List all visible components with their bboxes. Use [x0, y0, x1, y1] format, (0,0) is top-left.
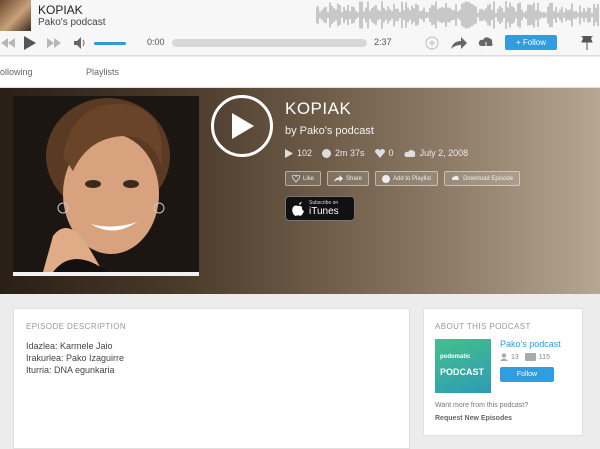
itunes-small-label: Subscribe on — [309, 199, 339, 206]
podcast-stats: 13 115 — [500, 353, 550, 361]
current-time: 0:00 — [147, 37, 165, 47]
description-heading: EPISODE DESCRIPTION — [26, 322, 127, 331]
podcast-name-link[interactable]: Pako's podcast — [500, 339, 561, 349]
plus-circle-icon — [382, 174, 391, 183]
itunes-text: Subscribe on iTunes — [309, 199, 339, 217]
itunes-subscribe-button[interactable]: Subscribe on iTunes — [285, 196, 355, 221]
hero-play-button[interactable] — [211, 95, 273, 157]
duration: 2:37 — [374, 37, 392, 47]
plays-count: 102 — [297, 148, 313, 158]
heart-icon — [292, 175, 300, 182]
pin-icon[interactable] — [580, 34, 594, 52]
length-stat: 2m 37s — [322, 148, 365, 158]
share-button[interactable]: Share — [327, 171, 370, 186]
description-line: Irakurlea: Pako Izaguirre — [26, 353, 125, 363]
episode-actions: Like Share Add to Playlist Download Epis… — [285, 171, 526, 186]
followers-count: 13 — [511, 353, 519, 361]
add-playlist-label: Add to Playlist — [393, 175, 432, 182]
episode-description-card: EPISODE DESCRIPTION Idazlea: Karmele Jai… — [13, 308, 410, 449]
share-icon[interactable] — [451, 34, 467, 52]
download-cloud-icon — [451, 175, 459, 180]
date-stat: July 2, 2008 — [403, 148, 469, 158]
likes-stat: 0 — [374, 148, 394, 158]
request-episodes-link[interactable]: Request New Episodes — [435, 415, 512, 422]
volume-icon[interactable] — [73, 34, 89, 52]
share-label: Share — [346, 175, 363, 182]
follow-button[interactable]: + Follow — [505, 35, 557, 50]
likes-count: 0 — [388, 148, 394, 158]
add-to-playlist-button[interactable]: Add to Playlist — [375, 171, 439, 186]
podcast-cover[interactable]: podomatic PODCAST — [435, 339, 491, 393]
player-bar: KOPIAK Pako's podcast 0:00 2:37 + Follow — [0, 0, 600, 56]
subnav: ollowing Playlists — [0, 57, 600, 88]
episode-date: July 2, 2008 — [419, 148, 469, 158]
download-cloud-icon[interactable] — [477, 34, 495, 52]
upload-cloud-icon — [403, 149, 415, 157]
heart-icon — [374, 148, 385, 158]
progress-bar[interactable] — [172, 39, 367, 47]
waveform[interactable] — [316, 0, 600, 30]
track-subtitle[interactable]: Pako's podcast — [38, 17, 106, 28]
volume-slider[interactable] — [94, 42, 126, 45]
cover-word: PODCAST — [440, 367, 485, 377]
about-heading: ABOUT THIS PODCAST — [435, 322, 531, 331]
apple-icon — [292, 201, 304, 216]
like-label: Like — [303, 175, 315, 182]
want-more-text: Want more from this podcast? — [435, 402, 529, 409]
description-line: Idazlea: Karmele Jaio — [26, 341, 113, 351]
track-thumbnail[interactable] — [0, 0, 31, 31]
play-icon[interactable] — [22, 34, 38, 52]
tab-following[interactable]: ollowing — [0, 67, 33, 77]
like-button[interactable]: Like — [285, 171, 322, 186]
play-icon — [232, 113, 254, 139]
episode-title: KOPIAK — [285, 99, 352, 118]
track-title[interactable]: KOPIAK — [38, 3, 83, 17]
episode-stats: 102 2m 37s 0 July 2, 2008 — [285, 148, 478, 158]
episodes-count: 115 — [538, 353, 550, 361]
episode-image — [13, 96, 199, 276]
itunes-big-label: iTunes — [309, 205, 339, 217]
tab-playlists[interactable]: Playlists — [86, 67, 119, 77]
episodes-icon — [524, 353, 536, 361]
about-podcast-card: ABOUT THIS PODCAST podomatic PODCAST Pak… — [423, 308, 583, 436]
forward-icon[interactable] — [46, 34, 62, 52]
clock-icon — [322, 148, 332, 158]
plays-stat: 102 — [285, 148, 312, 158]
episode-length: 2m 37s — [335, 148, 365, 158]
podcast-follow-button[interactable]: Follow — [500, 367, 554, 382]
play-icon — [285, 148, 293, 158]
description-text: Idazlea: Karmele Jaio Irakurlea: Pako Iz… — [26, 340, 124, 376]
description-line: Iturria: DNA egunkaria — [26, 365, 115, 375]
rewind-icon[interactable] — [0, 34, 16, 52]
download-label: Download Episode — [463, 175, 514, 182]
download-episode-button[interactable]: Download Episode — [444, 171, 521, 186]
cover-brand: podomatic — [440, 354, 471, 360]
lock-icon[interactable] — [424, 34, 440, 52]
user-icon — [500, 353, 508, 361]
episode-podcast-link[interactable]: by Pako's podcast — [285, 125, 374, 137]
episode-hero: KOPIAK by Pako's podcast 102 2m 37s 0 Ju… — [0, 88, 600, 294]
share-icon — [334, 175, 344, 182]
